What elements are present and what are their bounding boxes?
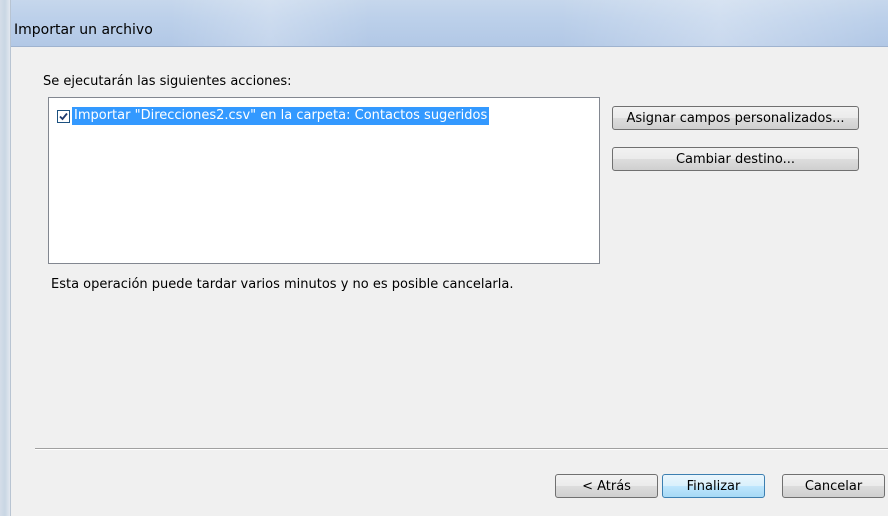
title-bar-glow bbox=[170, 0, 370, 46]
footer-separator bbox=[35, 448, 888, 450]
back-button[interactable]: < Atrás bbox=[555, 474, 658, 498]
dialog-content: Se ejecutarán las siguientes acciones: I… bbox=[11, 47, 888, 516]
change-destination-button[interactable]: Cambiar destino... bbox=[612, 147, 859, 171]
window-title: Importar un archivo bbox=[14, 22, 153, 38]
list-item[interactable]: Importar "Direcciones2.csv" en la carpet… bbox=[57, 106, 490, 126]
window-frame-left bbox=[0, 0, 11, 516]
title-bar[interactable]: Importar un archivo bbox=[0, 0, 888, 47]
cancel-button[interactable]: Cancelar bbox=[782, 474, 885, 498]
actions-list[interactable]: Importar "Direcciones2.csv" en la carpet… bbox=[48, 97, 600, 264]
action-label: Importar "Direcciones2.csv" en la carpet… bbox=[72, 107, 490, 125]
title-bar-glow bbox=[560, 0, 880, 46]
map-custom-fields-button[interactable]: Asignar campos personalizados... bbox=[612, 106, 859, 130]
actions-heading: Se ejecutarán las siguientes acciones: bbox=[43, 74, 292, 89]
checkmark-icon bbox=[59, 112, 68, 120]
finish-button[interactable]: Finalizar bbox=[662, 474, 765, 498]
operation-note: Esta operación puede tardar varios minut… bbox=[51, 277, 514, 292]
action-checkbox[interactable] bbox=[57, 109, 70, 123]
import-dialog: Importar un archivo Se ejecutarán las si… bbox=[0, 0, 888, 516]
